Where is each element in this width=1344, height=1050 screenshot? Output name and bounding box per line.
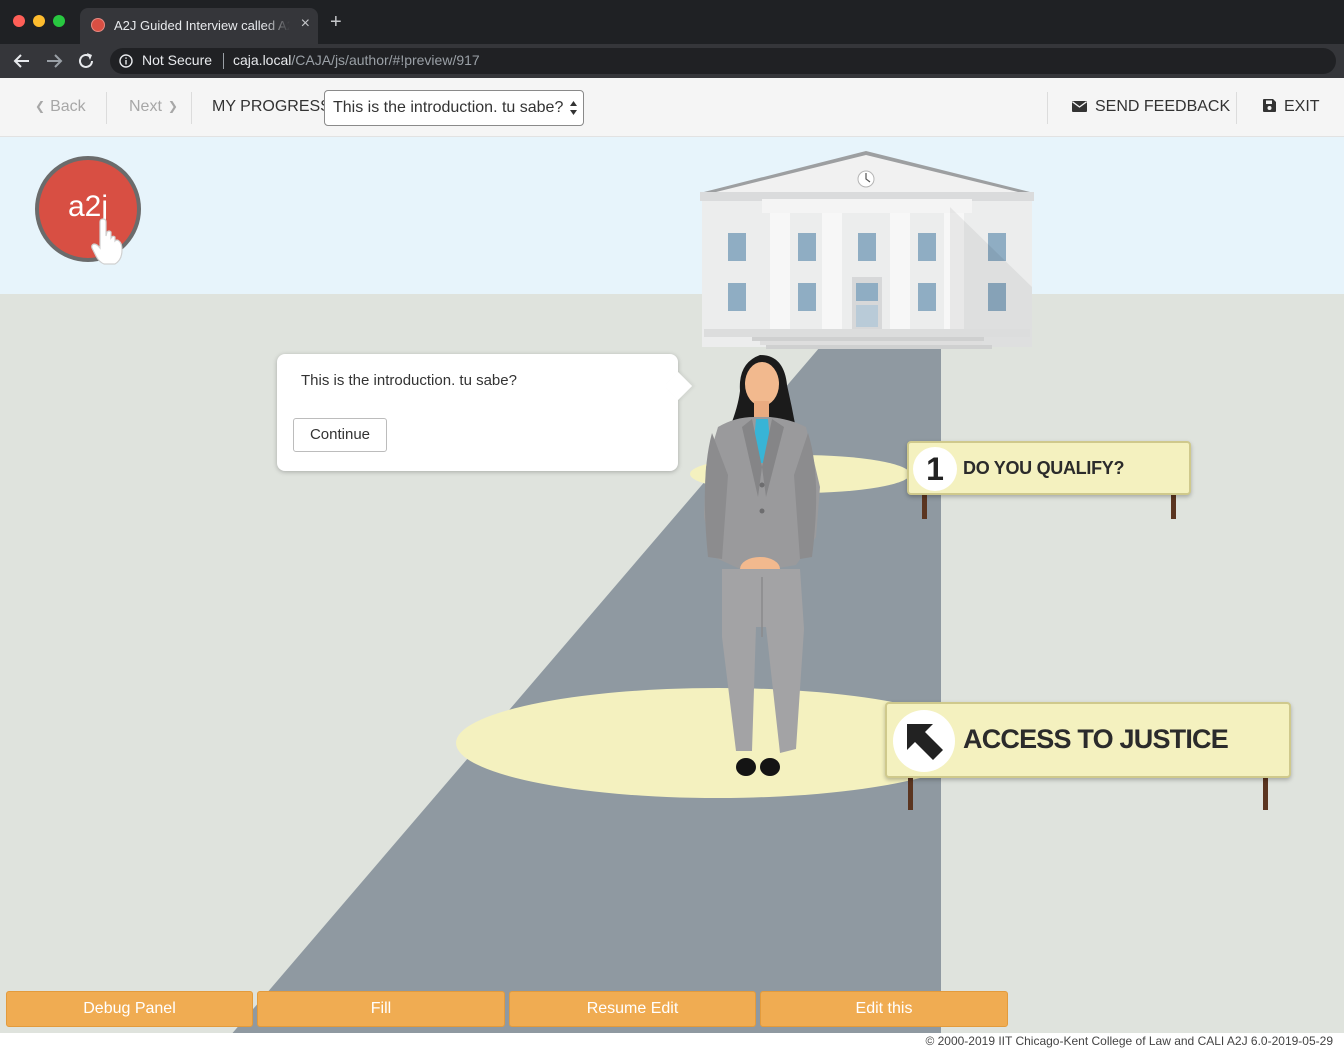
back-label: Back: [50, 98, 86, 115]
next-button[interactable]: Next ❯: [129, 98, 178, 116]
courthouse-icon: [700, 151, 1034, 349]
nav-divider: [106, 92, 107, 124]
edit-this-button[interactable]: Edit this: [760, 991, 1008, 1027]
main-sign-title: ACCESS TO JUSTICE: [963, 724, 1229, 754]
progress-label: MY PROGRESS:: [212, 98, 336, 115]
exit-button[interactable]: EXIT: [1263, 98, 1320, 116]
main-sign: ACCESS TO JUSTICE: [885, 702, 1291, 778]
url-divider: [223, 53, 224, 69]
sign-post: [922, 493, 927, 519]
resume-edit-button[interactable]: Resume Edit: [509, 991, 756, 1027]
browser-toolbar: Not Secure caja.local/CAJA/js/author/#!p…: [0, 44, 1344, 78]
url-path: /CAJA/js/author/#!preview/917: [291, 52, 480, 68]
url-host: caja.local: [233, 52, 292, 68]
tab-close-icon[interactable]: ×: [301, 15, 310, 33]
back-arrow-icon[interactable]: [11, 50, 33, 72]
send-feedback-button[interactable]: SEND FEEDBACK: [1072, 98, 1230, 116]
close-window-button[interactable]: [13, 15, 25, 27]
a2j-logo[interactable]: a2j: [35, 156, 141, 265]
question-text: This is the introduction. tu sabe?: [301, 372, 517, 389]
exit-label: EXIT: [1284, 98, 1320, 115]
security-label: Not Secure: [142, 52, 213, 68]
chevron-left-icon: ❮: [35, 99, 46, 113]
nav-divider: [191, 92, 192, 124]
copyright-text: © 2000-2019 IIT Chicago-Kent College of …: [925, 1034, 1333, 1048]
scene-illustration: [218, 151, 1034, 1050]
new-tab-button[interactable]: +: [330, 12, 342, 32]
debug-panel-button[interactable]: Debug Panel: [6, 991, 253, 1027]
arrow-up-left-icon: [907, 724, 943, 760]
forward-arrow-icon[interactable]: [43, 50, 65, 72]
sign-post: [1263, 776, 1268, 810]
url-text[interactable]: caja.local/CAJA/js/author/#!preview/917: [233, 52, 480, 68]
select-arrows-icon: [570, 101, 577, 115]
step-number: 1: [913, 447, 957, 491]
reload-icon[interactable]: [75, 50, 97, 72]
maximize-window-button[interactable]: [53, 15, 65, 27]
question-bubble: This is the introduction. tu sabe? Conti…: [277, 354, 693, 471]
pointing-hand-icon: [91, 218, 123, 265]
nav-divider: [1047, 92, 1048, 124]
back-button[interactable]: ❮ Back: [35, 98, 86, 116]
arrow-circle: [893, 710, 955, 772]
step-sign[interactable]: 1 DO YOU QUALIFY?: [907, 441, 1191, 495]
progress-select[interactable]: This is the introduction. tu sabe?: [324, 90, 584, 126]
tab-title: A2J Guided Interview called A2J Author: [114, 18, 290, 33]
minimize-window-button[interactable]: [33, 15, 45, 27]
fill-button[interactable]: Fill: [257, 991, 505, 1027]
save-icon: [1263, 99, 1276, 112]
url-bar[interactable]: Not Secure caja.local/CAJA/js/author/#!p…: [110, 48, 1336, 74]
sign-post: [1171, 493, 1176, 519]
browser-tab[interactable]: A2J Guided Interview called A2J Author ×: [80, 8, 318, 44]
continue-button[interactable]: Continue: [293, 418, 387, 452]
next-label: Next: [129, 98, 162, 115]
envelope-icon: [1072, 101, 1087, 112]
chevron-right-icon: ❯: [167, 99, 178, 113]
sign-post: [908, 776, 913, 810]
send-feedback-label: SEND FEEDBACK: [1095, 98, 1231, 115]
info-icon[interactable]: [119, 54, 133, 68]
step-title: DO YOU QUALIFY?: [963, 458, 1125, 478]
progress-selected-value: This is the introduction. tu sabe?: [333, 99, 564, 116]
interview-scene: a2j This is the introduction. tu sabe? C…: [0, 137, 1344, 1050]
favicon-icon: [91, 18, 105, 32]
nav-divider: [1236, 92, 1237, 124]
app-navigation: ❮ Back Next ❯ MY PROGRESS: This is the int…: [0, 78, 1344, 137]
browser-titlebar: A2J Guided Interview called A2J Author ×…: [0, 0, 1344, 44]
footer: © 2000-2019 IIT Chicago-Kent College of …: [0, 1033, 1344, 1050]
